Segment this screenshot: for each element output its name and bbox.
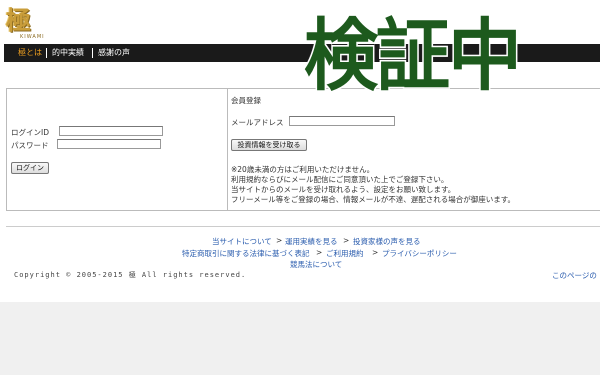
- login-id-label: ログインID: [11, 128, 49, 137]
- login-button[interactable]: ログイン: [11, 162, 49, 174]
- nav-item-results[interactable]: 的中実績: [52, 44, 84, 62]
- login-id-input[interactable]: [59, 126, 163, 136]
- password-input[interactable]: [57, 139, 161, 149]
- logo-mark: 極: [6, 6, 31, 35]
- footer-link-voices[interactable]: 投資家様の声を見る: [353, 236, 421, 247]
- site-logo[interactable]: 極 KIWAMI: [4, 6, 74, 40]
- footer-separator: >: [343, 236, 350, 245]
- email-input[interactable]: [289, 116, 395, 126]
- receive-info-button[interactable]: 投資情報を受け取る: [231, 139, 307, 151]
- footer-link-legal[interactable]: 特定商取引に関する法律に基づく表記: [182, 248, 310, 259]
- password-label: パスワード: [11, 141, 49, 150]
- login-panel: ログインID パスワード ログイン: [6, 89, 228, 210]
- footer-separator: >: [316, 248, 323, 257]
- footer-separator: >: [372, 248, 379, 257]
- footer-link-results[interactable]: 運用実績を見る: [285, 236, 338, 247]
- logo-subtext: KIWAMI: [20, 34, 45, 40]
- nav-divider: [46, 48, 47, 58]
- page-top-link[interactable]: このページの: [552, 270, 597, 281]
- note-free-mail: フリーメール等をご登録の場合、情報メールが不達、遅配される場合が御座います。: [231, 195, 515, 204]
- copyright: Copyright © 2005-2015 極 All rights reser…: [14, 271, 247, 279]
- verification-overlay: 検証中: [300, 0, 600, 114]
- nav-item-voices[interactable]: 感謝の声: [98, 44, 130, 62]
- footer-separator: >: [276, 236, 283, 245]
- nav-divider: [92, 48, 93, 58]
- footer-link-horse-racing-law[interactable]: 競馬法について: [290, 259, 342, 270]
- footer-divider: [6, 226, 600, 227]
- footer-link-terms[interactable]: ご利用規約: [326, 248, 364, 259]
- overlay-text: 検証中: [303, 10, 524, 103]
- register-title: 会員登録: [231, 96, 261, 105]
- email-label: メールアドレス: [231, 118, 284, 127]
- footer-link-about[interactable]: 当サイトについて: [212, 236, 272, 247]
- footer-link-privacy[interactable]: プライバシーポリシー: [382, 248, 457, 259]
- nav-item-about[interactable]: 極とは: [18, 44, 42, 62]
